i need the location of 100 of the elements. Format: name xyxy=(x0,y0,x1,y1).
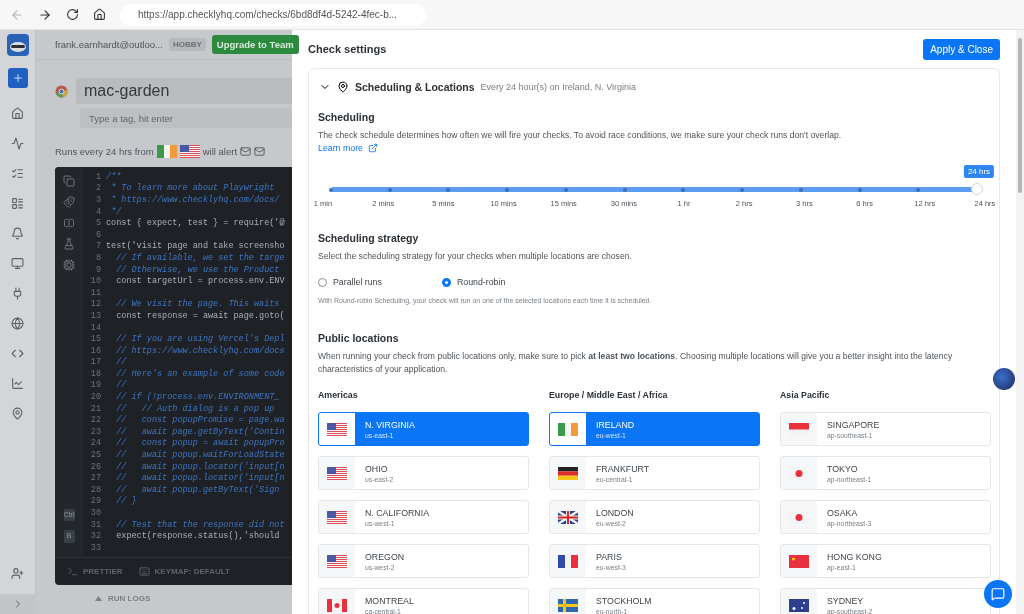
list-icon[interactable] xyxy=(11,196,24,210)
alert-text: will alert xyxy=(202,146,238,157)
location-name: OSAKA xyxy=(827,507,859,518)
location-name: SINGAPORE xyxy=(827,419,880,430)
line-number: 3 xyxy=(94,195,102,205)
bell-icon[interactable] xyxy=(11,226,24,240)
flag-icon xyxy=(327,598,347,612)
check-name-field[interactable]: mac-garden xyxy=(76,78,292,104)
radio-button[interactable] xyxy=(441,277,451,287)
location-pin-icon[interactable] xyxy=(11,406,24,420)
user-email: frank.earnhardt@outloo... xyxy=(55,39,163,50)
code-editor[interactable] xyxy=(55,167,292,585)
flag-icon xyxy=(558,422,578,436)
code-comment: // const popup = await popupPro xyxy=(115,438,285,449)
flag-icon xyxy=(327,422,347,436)
chip-icon[interactable] xyxy=(63,259,75,271)
code-comment: // We visit the page. This waits xyxy=(115,299,280,310)
caret-icon xyxy=(95,596,102,601)
line-number: 18 xyxy=(89,368,102,379)
location-name: IRELAND xyxy=(596,419,635,430)
plan-badge: HOBBY xyxy=(168,38,206,51)
logo-icon[interactable] xyxy=(6,34,29,56)
keyboard-icon xyxy=(138,566,150,577)
line-number: 30 xyxy=(89,508,102,518)
radio-button[interactable] xyxy=(318,277,327,287)
split-view-icon[interactable] xyxy=(63,217,75,229)
external-link-icon xyxy=(368,143,378,153)
radio-option[interactable]: Parallel runs xyxy=(318,277,382,287)
section-heading: Scheduling xyxy=(318,111,376,123)
upgrade-button[interactable]: Upgrade to Team xyxy=(211,35,299,54)
line-number: 4 xyxy=(94,206,102,217)
location-name: MONTREAL xyxy=(365,595,414,606)
line-number: 26 xyxy=(89,461,102,472)
section-header[interactable]: Scheduling & Locations Every 24 hour(s) on Ireland, N. Virginia xyxy=(309,69,999,105)
section-heading: Public locations xyxy=(318,332,400,344)
forward-icon[interactable] xyxy=(38,7,52,22)
location-pin-icon xyxy=(337,81,349,93)
line-number: 24 xyxy=(89,438,102,449)
line-number: 16 xyxy=(89,345,102,356)
flag-icon xyxy=(789,422,809,436)
apply-close-button[interactable]: Apply & Close xyxy=(923,38,1000,60)
code-comment: * https://www.checklyhq.com/docs/ xyxy=(110,195,280,205)
location-name: PARIS xyxy=(596,551,623,562)
code-comment: /** xyxy=(106,171,122,182)
scrollbar[interactable] xyxy=(1016,30,1024,614)
flag-icon xyxy=(156,145,177,158)
line-number: 19 xyxy=(89,380,102,391)
code-comment: // } xyxy=(115,496,137,507)
plug-icon[interactable] xyxy=(11,286,24,300)
chat-button[interactable] xyxy=(984,580,1012,608)
avatar[interactable] xyxy=(993,368,1015,390)
code-comment: // const popupPromise = page.wa xyxy=(115,415,285,426)
code-comment: * To learn more about Playwright xyxy=(110,183,275,194)
line-number: 5 xyxy=(94,218,102,229)
description-text: Select the scheduling strategy for your checks when multiple locations are chosen. xyxy=(318,250,633,263)
monitor-icon[interactable] xyxy=(11,256,24,270)
line-number: 32 xyxy=(89,531,102,542)
copy-icon[interactable] xyxy=(63,175,75,187)
learn-more-link[interactable]: Learn more xyxy=(318,143,378,153)
flask-icon[interactable] xyxy=(63,238,75,250)
line-number: 22 xyxy=(89,415,102,426)
radio-option[interactable]: Round-robin xyxy=(441,277,506,287)
code-comment: // Otherwise, we use the Product xyxy=(115,264,280,275)
code-comment: // If available, we set the targe xyxy=(115,252,285,263)
user-plus-icon[interactable] xyxy=(11,566,24,580)
line-number: 2 xyxy=(94,183,102,194)
region-title: Americas xyxy=(318,390,359,400)
flag-icon xyxy=(789,510,809,524)
add-button[interactable] xyxy=(7,68,28,88)
masks-icon[interactable] xyxy=(63,196,75,208)
location-name: HONG KONG xyxy=(827,551,882,562)
flag-icon xyxy=(789,598,809,612)
drawer-title: Check settings xyxy=(308,43,387,55)
chat-icon xyxy=(991,587,1005,601)
flag-icon xyxy=(789,554,809,568)
line-number: 12 xyxy=(89,299,102,310)
flag-icon xyxy=(179,145,200,158)
line-number: 7 xyxy=(94,241,102,252)
location-name: OREGON xyxy=(365,551,405,562)
code-line: test('visit page and take screensho xyxy=(106,241,285,252)
plus-icon xyxy=(11,72,24,84)
chart-icon[interactable] xyxy=(11,376,24,390)
checklist-icon[interactable] xyxy=(11,166,24,180)
home-icon[interactable] xyxy=(93,8,106,21)
flag-icon xyxy=(327,554,347,568)
reload-icon[interactable] xyxy=(66,8,79,21)
line-number: 23 xyxy=(89,426,102,437)
address-bar[interactable]: https://app.checklyhq.com/checks/6bd8df4d-5242-4fec-b... xyxy=(120,3,426,26)
mail-icon xyxy=(240,146,252,157)
line-number: 33 xyxy=(89,542,102,553)
slider-thumb[interactable] xyxy=(971,183,983,195)
activity-icon[interactable] xyxy=(11,136,24,150)
line-number: 27 xyxy=(89,473,102,484)
terminal-icon xyxy=(67,566,78,577)
globe-icon[interactable] xyxy=(11,316,24,330)
line-number: 29 xyxy=(89,496,102,507)
location-name: N. VIRGINIA xyxy=(365,419,415,430)
line-number: 10 xyxy=(89,276,102,287)
line-number: 8 xyxy=(94,252,102,263)
code-line: const { expect, test } = require('@ xyxy=(106,218,285,229)
